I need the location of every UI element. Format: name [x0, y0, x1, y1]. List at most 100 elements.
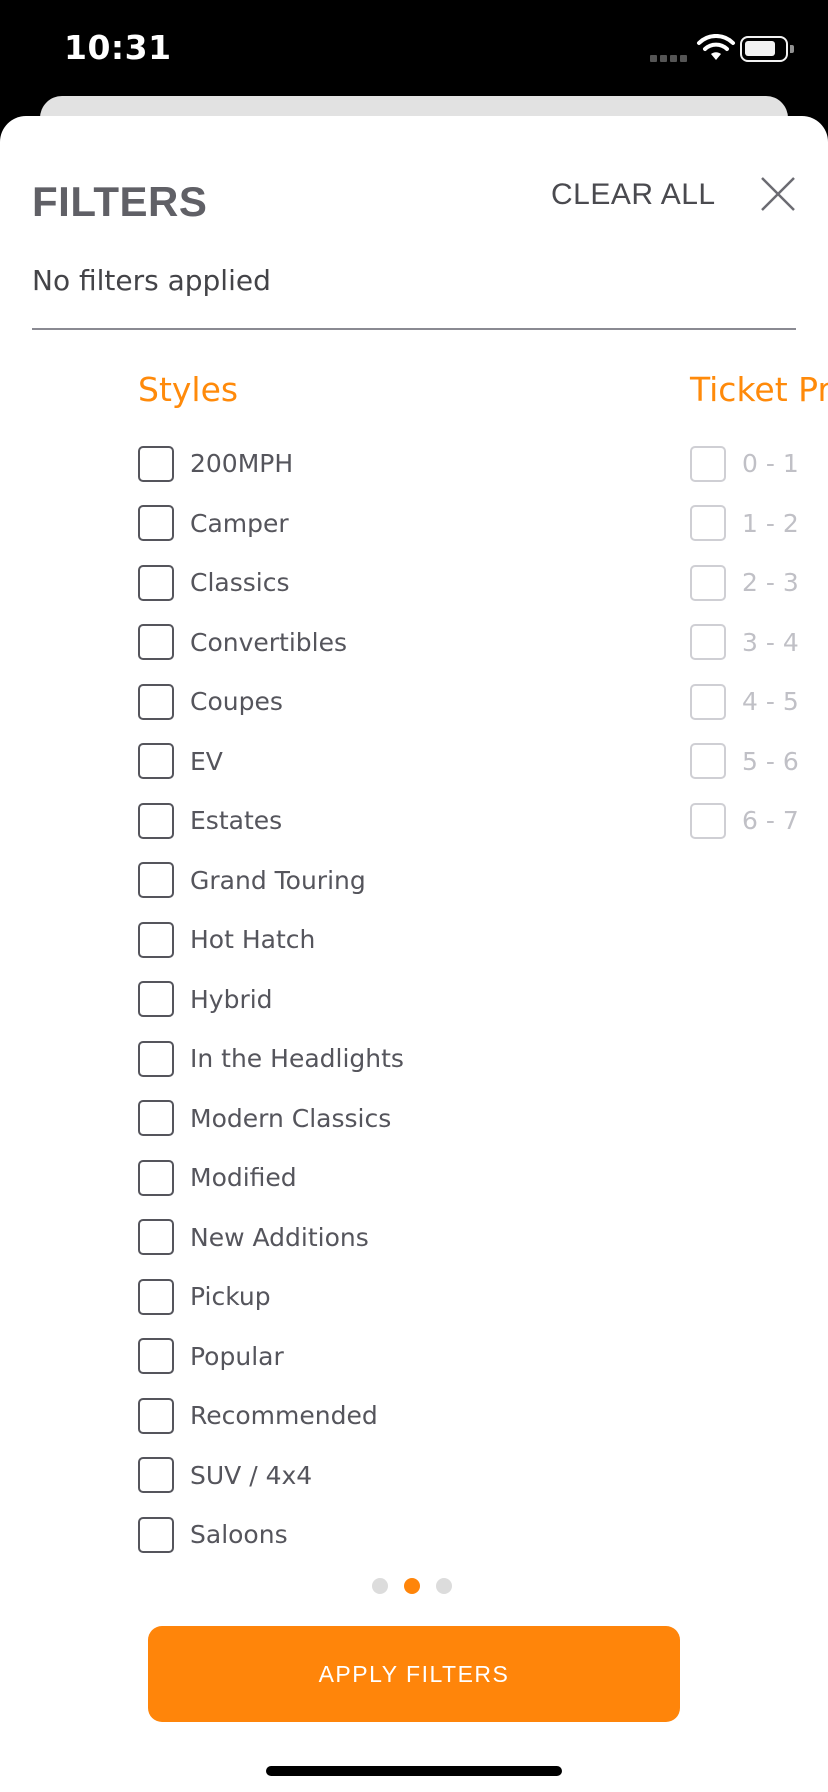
- style-option[interactable]: Grand Touring: [138, 851, 404, 911]
- style-option-label: Recommended: [190, 1401, 378, 1431]
- ticket-price-heading: Ticket Pr: [690, 370, 828, 409]
- divider: [32, 328, 796, 330]
- page-dot[interactable]: [372, 1578, 388, 1594]
- filters-status-text: No filters applied: [32, 264, 271, 297]
- styles-list: 200MPH Camper Classics Convertibles Coupes EV…: [138, 434, 404, 1565]
- checkbox[interactable]: [138, 505, 174, 542]
- apply-filters-button[interactable]: APPLY FILTERS: [148, 1626, 680, 1722]
- style-option-label: New Additions: [190, 1222, 369, 1252]
- checkbox[interactable]: [690, 505, 726, 542]
- ticket-price-option-label: 5 - 6: [742, 746, 799, 776]
- style-option[interactable]: 200MPH: [138, 434, 404, 494]
- style-option[interactable]: Classics: [138, 553, 404, 613]
- checkbox[interactable]: [138, 1516, 174, 1553]
- style-option[interactable]: Hot Hatch: [138, 910, 404, 970]
- checkbox[interactable]: [138, 445, 174, 482]
- style-option[interactable]: Popular: [138, 1327, 404, 1387]
- style-option[interactable]: Modern Classics: [138, 1089, 404, 1149]
- checkbox[interactable]: [138, 1219, 174, 1256]
- status-bar: 10:31: [0, 0, 828, 100]
- style-option[interactable]: Modified: [138, 1148, 404, 1208]
- ticket-price-option-label: 0 - 1: [742, 449, 799, 479]
- checkbox[interactable]: [138, 1040, 174, 1077]
- style-option-label: Convertibles: [190, 627, 348, 657]
- style-option[interactable]: Pickup: [138, 1267, 404, 1327]
- style-option[interactable]: Saloons: [138, 1505, 404, 1565]
- style-option-label: Classics: [190, 568, 290, 598]
- checkbox[interactable]: [138, 862, 174, 899]
- checkbox[interactable]: [138, 802, 174, 839]
- clear-all-button[interactable]: CLEAR ALL: [551, 178, 716, 212]
- checkbox[interactable]: [138, 743, 174, 780]
- cellular-signal-icon: [650, 52, 688, 62]
- style-option[interactable]: Convertibles: [138, 613, 404, 673]
- style-option-label: Saloons: [190, 1520, 288, 1550]
- checkbox[interactable]: [690, 683, 726, 720]
- style-option-label: Estates: [190, 806, 283, 836]
- checkbox[interactable]: [138, 1457, 174, 1494]
- checkbox[interactable]: [690, 743, 726, 780]
- style-option-label: Popular: [190, 1341, 284, 1371]
- checkbox[interactable]: [690, 564, 726, 601]
- style-option[interactable]: New Additions: [138, 1208, 404, 1268]
- style-option-label: Camper: [190, 508, 289, 538]
- style-option[interactable]: SUV / 4x4: [138, 1446, 404, 1506]
- checkbox[interactable]: [138, 1397, 174, 1434]
- ticket-price-option[interactable]: 4 - 5: [690, 672, 828, 732]
- page-indicator: [372, 1578, 452, 1594]
- style-option-label: SUV / 4x4: [190, 1460, 313, 1490]
- checkbox[interactable]: [138, 1159, 174, 1196]
- ticket-price-option[interactable]: 3 - 4: [690, 613, 828, 673]
- checkbox[interactable]: [690, 624, 726, 661]
- style-option-label: 200MPH: [190, 449, 294, 479]
- styles-heading: Styles: [138, 370, 239, 409]
- style-option[interactable]: EV: [138, 732, 404, 792]
- style-option-label: In the Headlights: [190, 1044, 404, 1074]
- style-option-label: EV: [190, 746, 223, 776]
- style-option[interactable]: Estates: [138, 791, 404, 851]
- ticket-price-option-label: 2 - 3: [742, 568, 799, 598]
- ticket-price-option[interactable]: 6 - 7: [690, 791, 828, 851]
- style-option-label: Modified: [190, 1163, 297, 1193]
- checkbox[interactable]: [138, 1338, 174, 1375]
- style-option-label: Coupes: [190, 687, 283, 717]
- checkbox[interactable]: [138, 1278, 174, 1315]
- style-option-label: Grand Touring: [190, 865, 366, 895]
- style-option[interactable]: Hybrid: [138, 970, 404, 1030]
- style-option[interactable]: Camper: [138, 494, 404, 554]
- checkbox[interactable]: [138, 564, 174, 601]
- checkbox[interactable]: [138, 683, 174, 720]
- close-icon[interactable]: [758, 174, 798, 214]
- battery-icon: [740, 36, 794, 62]
- filters-sheet: FILTERS CLEAR ALL No filters applied Sty…: [0, 116, 828, 1792]
- style-option-label: Pickup: [190, 1282, 271, 1312]
- wifi-icon: [697, 34, 735, 60]
- checkbox[interactable]: [138, 921, 174, 958]
- ticket-price-option[interactable]: 2 - 3: [690, 553, 828, 613]
- style-option-label: Modern Classics: [190, 1103, 392, 1133]
- ticket-price-option-label: 3 - 4: [742, 627, 799, 657]
- style-option-label: Hot Hatch: [190, 925, 316, 955]
- ticket-price-list: 0 - 1 1 - 2 2 - 3 3 - 4 4 - 5 5 - 6 6 - 7: [690, 434, 828, 851]
- ticket-price-column: Ticket Pr 0 - 1 1 - 2 2 - 3 3 - 4 4 - 5 5 - 6…: [690, 370, 828, 851]
- ticket-price-option[interactable]: 5 - 6: [690, 732, 828, 792]
- checkbox[interactable]: [690, 802, 726, 839]
- status-time: 10:31: [64, 28, 172, 67]
- style-option[interactable]: Recommended: [138, 1386, 404, 1446]
- checkbox[interactable]: [690, 445, 726, 482]
- style-option[interactable]: Coupes: [138, 672, 404, 732]
- checkbox[interactable]: [138, 624, 174, 661]
- ticket-price-option-label: 6 - 7: [742, 806, 799, 836]
- style-option[interactable]: In the Headlights: [138, 1029, 404, 1089]
- checkbox[interactable]: [138, 1100, 174, 1137]
- page-dot[interactable]: [436, 1578, 452, 1594]
- style-option-label: Hybrid: [190, 984, 273, 1014]
- home-indicator: [266, 1766, 562, 1776]
- ticket-price-option-label: 1 - 2: [742, 508, 799, 538]
- page-dot[interactable]: [404, 1578, 420, 1594]
- page-title: FILTERS: [32, 178, 208, 225]
- ticket-price-option[interactable]: 1 - 2: [690, 494, 828, 554]
- styles-column: Styles 200MPH Camper Classics Convertibles C…: [138, 370, 404, 1565]
- ticket-price-option[interactable]: 0 - 1: [690, 434, 828, 494]
- checkbox[interactable]: [138, 981, 174, 1018]
